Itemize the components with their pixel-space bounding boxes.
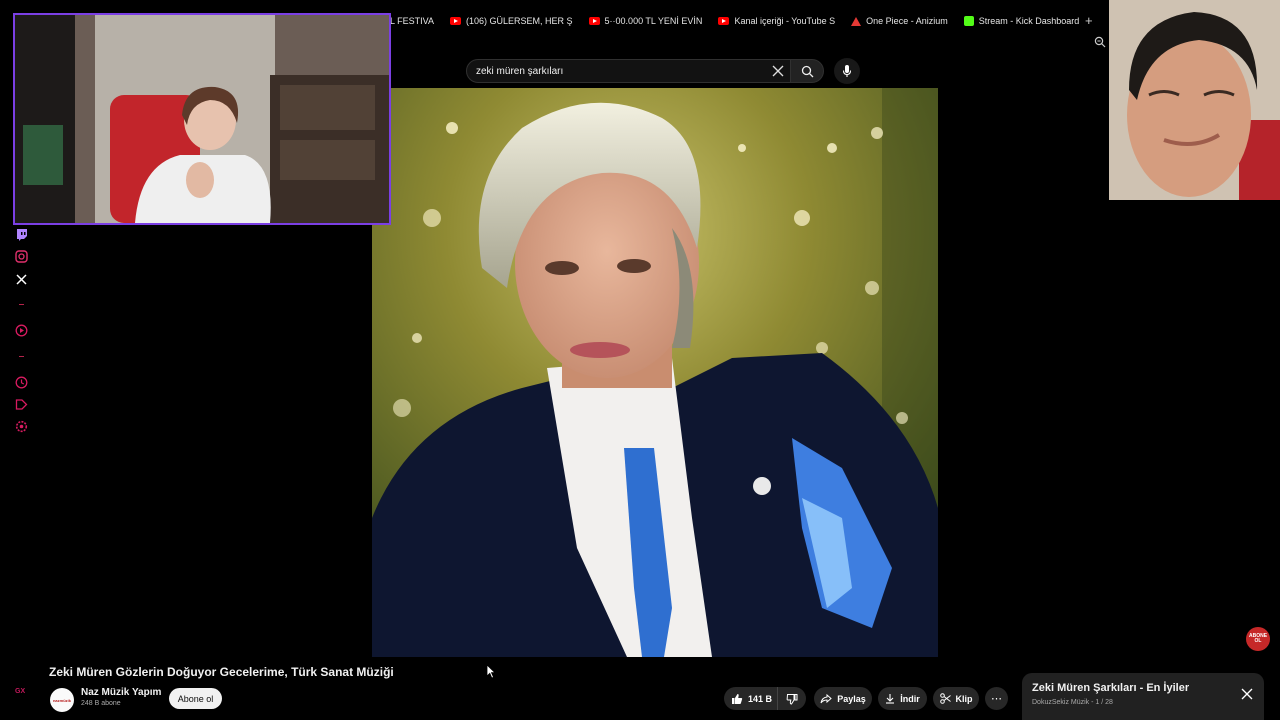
search-query: zeki müren şarkıları [476, 65, 564, 77]
search-button[interactable] [790, 59, 824, 83]
browser-tab-strip: L FESTIVA (106) GÜLERSEM, HER Ş 5··00.00… [390, 10, 1110, 32]
close-icon[interactable] [1240, 687, 1254, 701]
anizium-icon [851, 16, 862, 26]
close-icon[interactable] [770, 63, 786, 79]
scissors-icon [939, 693, 951, 704]
tab-label: (106) GÜLERSEM, HER Ş [466, 16, 573, 26]
share-icon [820, 693, 832, 703]
divider [19, 304, 24, 305]
zoom-icon[interactable] [1094, 36, 1106, 48]
playlist-subtitle: DokuzSekiz Müzik - 1 / 28 [1032, 699, 1113, 706]
twitch-icon [17, 229, 27, 241]
subscribe-watermark[interactable]: ABONE OL [1246, 627, 1270, 651]
instagram-icon [15, 250, 28, 263]
clip-button[interactable]: Klip [933, 687, 979, 710]
youtube-icon [450, 17, 462, 25]
tab-label: Kanal içeriği - YouTube S [734, 16, 836, 26]
avatar[interactable]: nazmüzik [50, 688, 74, 712]
youtube-icon [588, 17, 600, 25]
like-button[interactable]: 141 B [724, 687, 778, 710]
avatar-text: nazmüzik [52, 697, 71, 703]
video-player[interactable] [372, 88, 938, 657]
share-label: Paylaş [837, 693, 866, 704]
subscriber-count: 248 B abone [81, 700, 121, 707]
clock-icon [15, 376, 28, 389]
share-button[interactable]: Paylaş [814, 687, 872, 710]
browser-tab[interactable]: 5··00.000 TL YENİ EVİN [588, 16, 703, 26]
tab-label: L FESTIVA [390, 16, 435, 26]
overlay-social-rail [0, 225, 42, 720]
search-input[interactable]: zeki müren şarkıları [466, 59, 792, 83]
playlist-title: Zeki Müren Şarkıları - En İyiler [1032, 682, 1190, 694]
thumbs-down-icon [786, 693, 798, 705]
new-tab-button[interactable]: + [1085, 13, 1093, 28]
dislike-button[interactable] [778, 687, 806, 710]
subscribe-button[interactable]: Abone ol [169, 688, 222, 709]
browser-tab[interactable]: (106) GÜLERSEM, HER Ş [450, 16, 573, 26]
video-title: Zeki Müren Gözlerin Doğuyor Gecelerime, … [49, 665, 394, 679]
browser-tab[interactable]: Stream - Kick Dashboard [963, 16, 1080, 26]
download-label: İndir [900, 693, 920, 704]
kick-icon [963, 16, 974, 26]
clip-label: Klip [955, 693, 973, 704]
like-count: 141 B [748, 693, 773, 704]
download-button[interactable]: İndir [878, 687, 927, 710]
guest-webcam [1109, 0, 1280, 200]
stream-screen: L FESTIVA (106) GÜLERSEM, HER Ş 5··00.00… [0, 0, 1280, 720]
search-icon [801, 65, 813, 77]
mouse-cursor-icon [486, 664, 496, 679]
tag-icon [15, 399, 28, 410]
video-frame-image [372, 88, 938, 657]
voice-search-button[interactable] [834, 58, 860, 84]
browser-tab[interactable]: L FESTIVA [390, 16, 434, 26]
divider [19, 356, 24, 357]
tab-label: One Piece - Anizium [866, 16, 948, 26]
channel-name[interactable]: Naz Müzik Yapım [81, 687, 161, 698]
download-icon [886, 694, 895, 704]
microphone-icon [842, 65, 852, 77]
playlist-panel[interactable]: Zeki Müren Şarkıları - En İyiler DokuzSe… [1022, 673, 1264, 720]
browser-tab[interactable]: One Piece - Anizium [851, 16, 948, 26]
rail-brand: GX [15, 688, 26, 695]
streamer-webcam [13, 13, 391, 225]
more-icon: ⋯ [991, 693, 1002, 705]
play-icon [15, 324, 28, 337]
tab-label: Stream - Kick Dashboard [978, 16, 1080, 26]
gear-icon [15, 420, 28, 433]
tab-label: 5··00.000 TL YENİ EVİN [604, 16, 703, 26]
browser-tab[interactable]: Kanal içeriği - YouTube S [718, 16, 835, 26]
more-actions-button[interactable]: ⋯ [985, 687, 1008, 710]
thumbs-up-icon [732, 693, 743, 704]
youtube-icon [718, 17, 730, 25]
like-dislike-group: 141 B [724, 687, 806, 710]
x-icon [16, 274, 27, 285]
